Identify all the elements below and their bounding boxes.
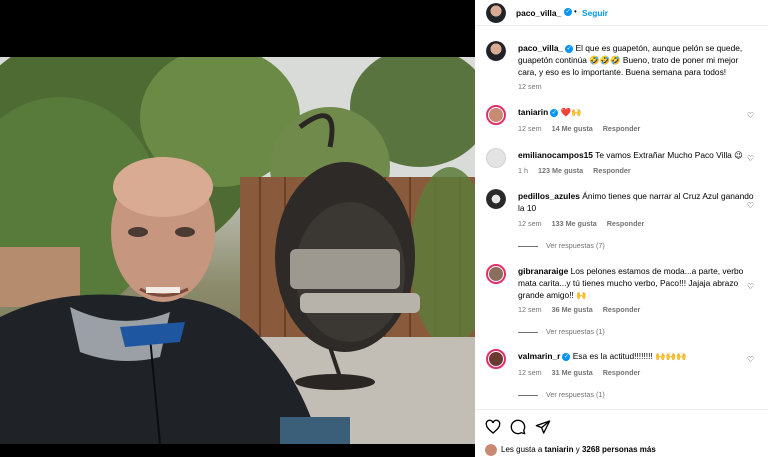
comment-time: 12 sem [518, 368, 542, 377]
paper-plane-icon[interactable] [535, 419, 551, 435]
post-header: paco_villa_ ✓ • Seguir [475, 0, 768, 26]
comment-time: 1 h [518, 166, 528, 175]
comment-item: valmarin_r ✓ Esa es la actitud!!!!!!!! 🙌🙌… [475, 347, 768, 402]
comment-text-block: pedillos_azules Ánimo tienes que narrar … [518, 190, 758, 214]
comment-text: Te vamos Extrañar Mucho Paco Villa 😉 [595, 150, 743, 160]
comment-reply-button[interactable]: Responder [603, 368, 641, 377]
comment-bubble-icon[interactable] [510, 419, 526, 435]
comment-text-block: valmarin_r ✓ Esa es la actitud!!!!!!!! 🙌🙌… [518, 350, 758, 362]
replies-divider [518, 331, 538, 333]
caption-author-username[interactable]: paco_villa_ [518, 43, 563, 53]
comment-text: ❤️🙌 [560, 107, 582, 117]
verified-badge-icon: ✓ [564, 8, 572, 16]
likes-prefix: Les gusta a [501, 445, 543, 454]
comment-likes[interactable]: 133 Me gusta [552, 219, 597, 228]
comment-likes[interactable]: 36 Me gusta [552, 305, 593, 314]
verified-badge-icon: ✓ [565, 44, 574, 53]
comment-text-block: gibranaraige Los pelones estamos de moda… [518, 265, 758, 301]
caption-author-avatar[interactable] [486, 41, 506, 61]
comment-meta: 1 h 123 Me gusta Responder [518, 166, 631, 175]
comment-item: pedillos_azules Ánimo tienes que narrar … [475, 187, 768, 253]
comment-item: gibranaraige Los pelones estamos de moda… [475, 262, 768, 338]
comment-text: Esa es la actitud!!!!!!!! 🙌🙌🙌 [572, 351, 687, 361]
comment-like-heart-icon[interactable]: ♡ [747, 282, 754, 291]
likes-user[interactable]: taniarin [545, 445, 574, 454]
comment-likes[interactable]: 31 Me gusta [552, 368, 593, 377]
view-replies-button[interactable]: Ver respuestas (1) [518, 327, 605, 336]
comment-meta: 12 sem 14 Me gusta Responder [518, 124, 640, 133]
comment-reply-button[interactable]: Responder [603, 124, 641, 133]
comment-like-heart-icon[interactable]: ♡ [747, 154, 754, 163]
post-photo[interactable] [0, 57, 475, 444]
comment-username[interactable]: valmarin_r [518, 351, 560, 361]
comment-reply-button[interactable]: Responder [603, 305, 641, 314]
comment-meta: 12 sem 133 Me gusta Responder [518, 219, 644, 228]
comment-meta: 12 sem 31 Me gusta Responder [518, 368, 640, 377]
comment-username[interactable]: pedillos_azules [518, 191, 580, 201]
comment-username[interactable]: emilianocampos15 [518, 150, 593, 160]
comment-text-block: emilianocampos15 Te vamos Extrañar Mucho… [518, 149, 758, 161]
comment-likes[interactable]: 14 Me gusta [552, 124, 593, 133]
author-avatar[interactable] [486, 3, 506, 23]
comment-reply-button[interactable]: Responder [593, 166, 631, 175]
comment-reply-button[interactable]: Responder [607, 219, 645, 228]
caption-time: 12 sem [518, 82, 542, 91]
commenter-avatar[interactable] [486, 189, 506, 209]
comment-like-heart-icon[interactable]: ♡ [747, 355, 754, 364]
heart-outline-icon[interactable] [485, 419, 501, 435]
verified-badge-icon: ✓ [562, 352, 571, 361]
comment-username[interactable]: gibranaraige [518, 266, 568, 276]
view-replies-label: Ver respuestas (1) [546, 390, 605, 399]
view-replies-label: Ver respuestas (1) [546, 327, 605, 336]
likes-summary[interactable]: Les gusta a taniarin y 3268 personas más [501, 445, 656, 454]
post-media [0, 0, 475, 457]
comment-item: emilianocampos15 Te vamos Extrañar Mucho… [475, 146, 768, 182]
comment-meta: 12 sem 36 Me gusta Responder [518, 305, 640, 314]
comment-like-heart-icon[interactable]: ♡ [747, 201, 754, 210]
post-actions-bar: Les gusta a taniarin y 3268 personas más [475, 409, 768, 457]
commenter-avatar[interactable] [486, 264, 506, 284]
follow-button[interactable]: Seguir [582, 8, 608, 18]
comment-time: 12 sem [518, 219, 542, 228]
replies-divider [518, 245, 538, 247]
post-panel: paco_villa_ ✓ • Seguir paco_villa_ ✓ El q… [475, 0, 768, 457]
comment-time: 12 sem [518, 305, 542, 314]
selfie-photo-illustration [0, 57, 475, 444]
liker-avatar[interactable] [485, 444, 497, 456]
post-caption: paco_villa_ ✓ El que es guapetón, aunque … [475, 38, 768, 93]
caption-text-block: paco_villa_ ✓ El que es guapetón, aunque … [518, 42, 758, 78]
likes-count[interactable]: 3268 personas más [582, 445, 656, 454]
header-separator: • [574, 7, 577, 16]
author-username[interactable]: paco_villa_ [516, 8, 561, 18]
commenter-avatar[interactable] [486, 105, 506, 125]
commenter-avatar[interactable] [486, 148, 506, 168]
comment-text-block: taniarin ✓ ❤️🙌 [518, 106, 758, 118]
comment-username[interactable]: taniarin [518, 107, 548, 117]
comment-time: 12 sem [518, 124, 542, 133]
likes-joiner: y [575, 445, 580, 454]
commenter-avatar[interactable] [486, 349, 506, 369]
view-replies-button[interactable]: Ver respuestas (7) [518, 241, 605, 250]
comment-item: taniarin ✓ ❤️🙌 12 sem 14 Me gusta Respond… [475, 103, 768, 139]
replies-divider [518, 394, 538, 396]
view-replies-button[interactable]: Ver respuestas (1) [518, 390, 605, 399]
view-replies-label: Ver respuestas (7) [546, 241, 605, 250]
comment-likes[interactable]: 123 Me gusta [538, 166, 583, 175]
verified-badge-icon: ✓ [550, 108, 559, 117]
comment-like-heart-icon[interactable]: ♡ [747, 111, 754, 120]
